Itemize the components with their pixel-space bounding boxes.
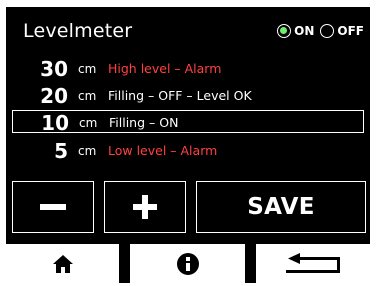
level-row-filling-off[interactable]: 20 cm Filling – OFF – Level OK: [12, 83, 364, 108]
level-value: 20: [40, 84, 68, 108]
radio-off-icon[interactable]: [320, 24, 335, 38]
level-description: Low level – Alarm: [108, 143, 218, 158]
level-row-high-alarm[interactable]: 30 cm High level – Alarm: [12, 56, 364, 81]
level-unit: cm: [78, 144, 97, 158]
decrease-button[interactable]: [12, 181, 94, 233]
level-unit: cm: [79, 116, 98, 130]
home-icon: [52, 254, 73, 273]
level-unit: cm: [78, 89, 97, 103]
level-value: 5: [54, 139, 68, 163]
power-on-label: ON: [294, 24, 315, 38]
power-on-option[interactable]: ON: [277, 24, 314, 38]
minus-icon: [40, 204, 66, 210]
home-button[interactable]: [6, 244, 119, 283]
level-unit: cm: [78, 62, 97, 76]
save-label: SAVE: [247, 194, 315, 220]
page-title: Levelmeter: [23, 20, 133, 42]
level-value: 10: [41, 111, 69, 135]
info-button[interactable]: [130, 244, 245, 283]
plus-icon: [133, 195, 157, 219]
increase-button[interactable]: [104, 181, 186, 233]
power-toggle: ON OFF: [271, 24, 364, 38]
level-row-filling-on[interactable]: 10 cm Filling – ON: [12, 110, 364, 135]
levelmeter-screen: Levelmeter ON OFF 30 cm High level – Ala…: [6, 7, 370, 283]
header: Levelmeter ON OFF: [6, 7, 370, 53]
return-arrow-icon: [286, 252, 340, 273]
back-button[interactable]: [256, 244, 370, 283]
power-off-label: OFF: [337, 24, 364, 38]
level-value: 30: [40, 57, 68, 81]
level-row-low-alarm[interactable]: 5 cm Low level – Alarm: [12, 138, 364, 163]
power-off-option[interactable]: OFF: [320, 24, 364, 38]
info-icon: [176, 252, 199, 275]
level-description: Filling – OFF – Level OK: [108, 88, 252, 103]
level-description: High level – Alarm: [108, 61, 222, 76]
radio-on-icon[interactable]: [277, 24, 292, 38]
level-description: Filling – ON: [109, 115, 179, 130]
save-button[interactable]: SAVE: [196, 181, 366, 233]
